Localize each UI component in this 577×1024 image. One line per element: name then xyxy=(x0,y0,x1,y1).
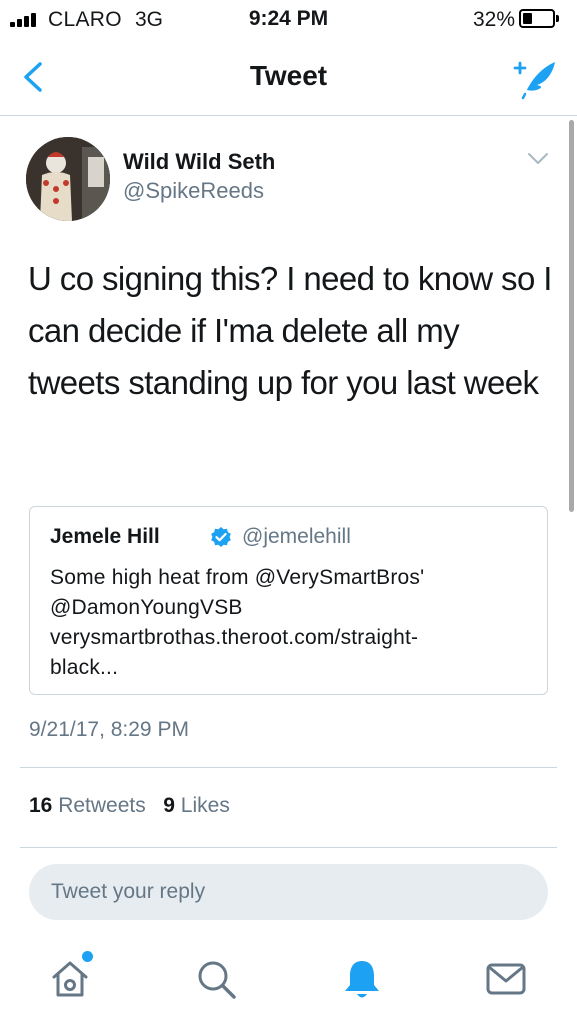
quoted-tweet-card[interactable]: Jemele Hill @jemelehill Some high heat f… xyxy=(29,506,548,695)
battery-icon xyxy=(519,9,559,28)
likes-link[interactable]: 9 Likes xyxy=(163,794,230,817)
quoted-tweet-line: Some high heat from @VerySmartBros' xyxy=(50,566,425,589)
tweet-text: U co signing this? I need to know so I c… xyxy=(28,260,552,401)
messages-icon[interactable] xyxy=(482,955,530,1003)
likes-count: 9 xyxy=(163,794,175,817)
quoted-tweet-line: @DamonYoungVSB xyxy=(50,596,243,619)
retweets-label: Retweets xyxy=(58,794,146,817)
reply-input[interactable] xyxy=(29,864,548,920)
compose-tweet-icon[interactable] xyxy=(509,54,559,100)
divider xyxy=(20,767,557,768)
avatar[interactable] xyxy=(26,137,110,221)
tweet-timestamp: 9/21/17, 8:29 PM xyxy=(29,718,189,741)
retweets-count: 16 xyxy=(29,794,53,817)
quoted-author-handle: @jemelehill xyxy=(242,525,351,548)
retweets-link[interactable]: 16 Retweets xyxy=(29,794,146,817)
author-handle[interactable]: @SpikeReeds xyxy=(123,178,264,204)
tweet-stats: 16 Retweets 9 Likes xyxy=(29,794,230,818)
status-bar: CLARO 3G 9:24 PM 32% xyxy=(0,0,577,38)
author-name[interactable]: Wild Wild Seth xyxy=(123,149,275,175)
quoted-tweet-line: black... xyxy=(50,656,119,679)
chevron-down-icon[interactable] xyxy=(527,152,549,166)
likes-label: Likes xyxy=(180,794,230,817)
divider xyxy=(20,847,557,848)
quoted-author-name: Jemele Hill xyxy=(50,525,160,548)
nav-bar: Tweet xyxy=(0,38,577,116)
quoted-tweet-text: Some high heat from @VerySmartBros' @Dam… xyxy=(50,563,530,683)
page-title: Tweet xyxy=(249,60,328,91)
battery-percent: 32% xyxy=(472,8,515,31)
home-icon[interactable] xyxy=(46,955,94,1003)
battery-fill xyxy=(523,13,532,24)
back-chevron-icon[interactable] xyxy=(16,56,56,98)
scroll-indicator[interactable] xyxy=(569,120,574,512)
search-icon[interactable] xyxy=(192,955,240,1003)
verified-badge-icon xyxy=(210,526,232,548)
notifications-icon[interactable] xyxy=(338,955,386,1003)
quoted-tweet-line: verysmartbrothas.theroot.com/straight- xyxy=(50,626,419,649)
